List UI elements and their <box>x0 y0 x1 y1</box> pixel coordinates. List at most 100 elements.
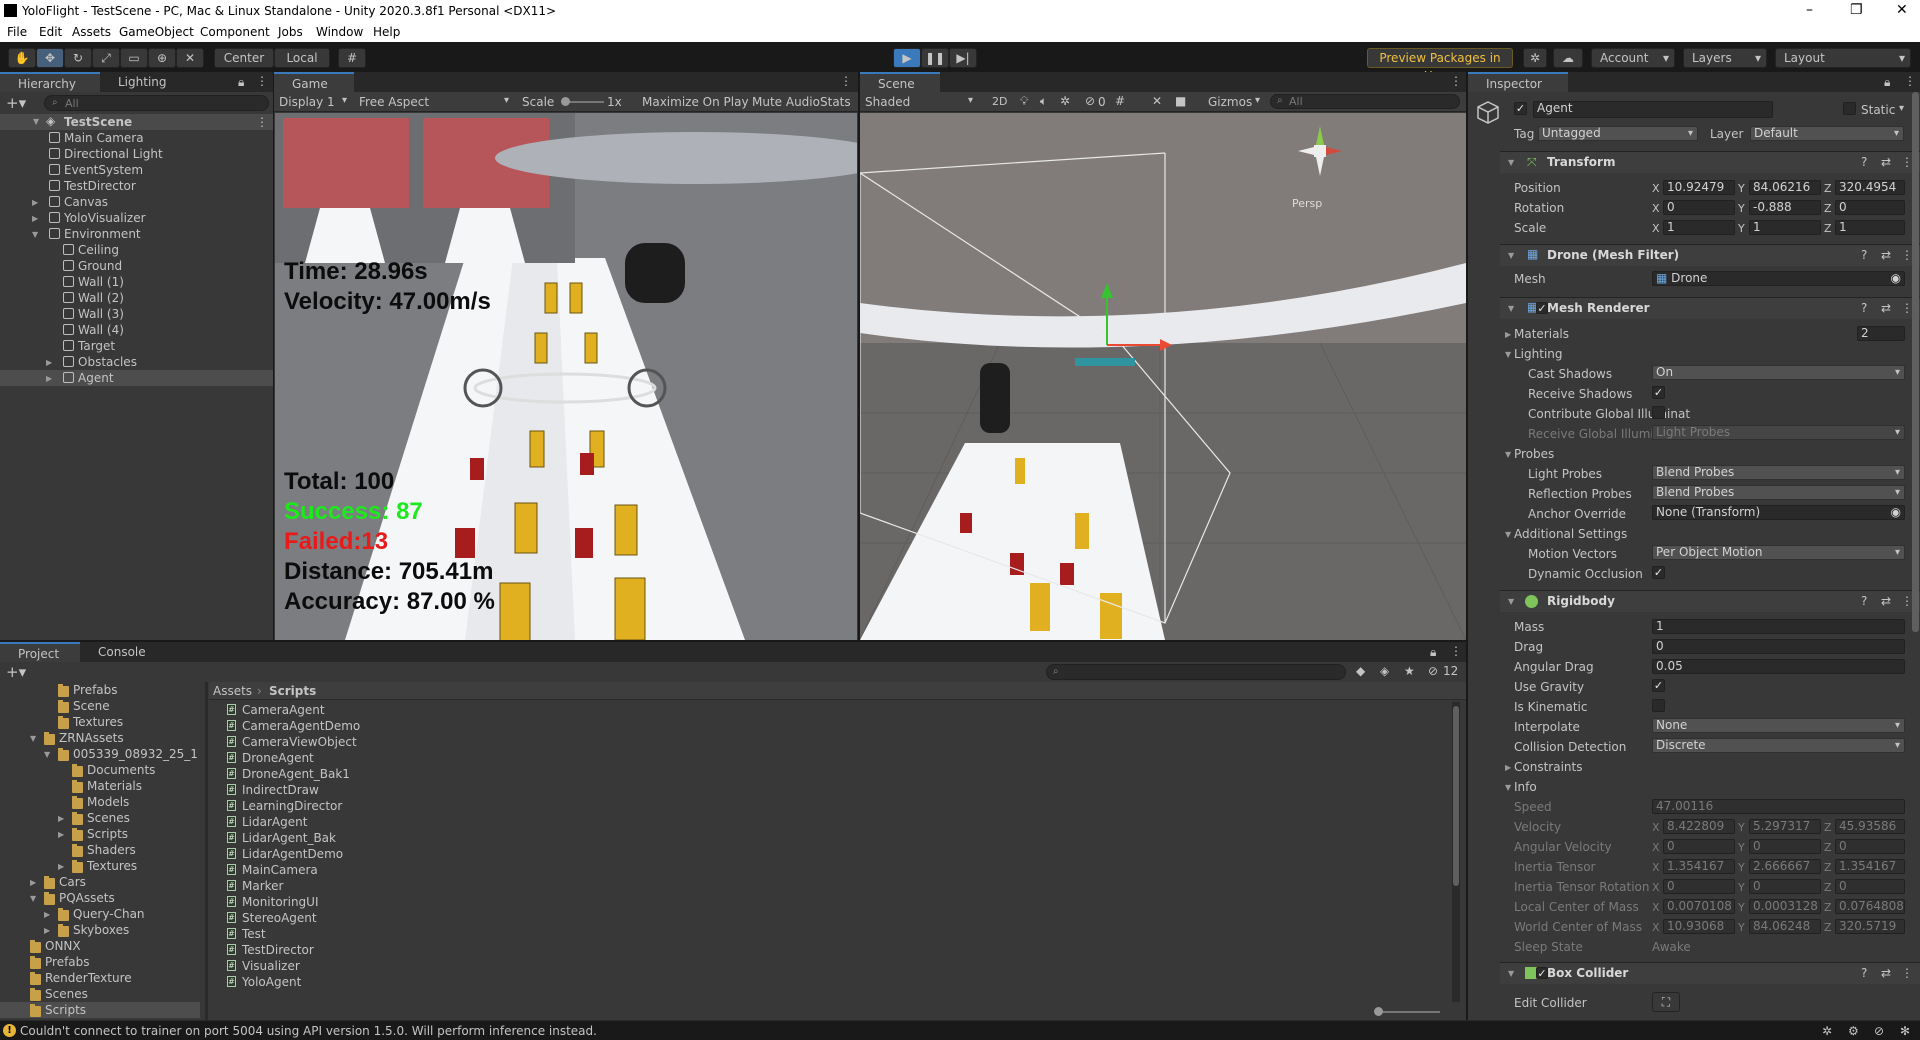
aspect-dropdown[interactable]: Free Aspect <box>359 95 429 109</box>
lock-icon[interactable]: 🔒︎ <box>1884 76 1890 88</box>
project-folder-item[interactable]: Textures <box>0 714 200 730</box>
probes-section-label[interactable]: Probes <box>1514 447 1554 461</box>
cast-shadows-dropdown[interactable]: On <box>1652 365 1905 380</box>
position-y-axis-label[interactable]: Y <box>1738 182 1745 195</box>
asset-list-item[interactable]: # IndirectDraw <box>209 782 1449 798</box>
effects-toggle-icon[interactable]: ✲ <box>1060 95 1070 107</box>
asset-list-item[interactable]: # TestDirector <box>209 942 1449 958</box>
auto-generate-lighting-icon[interactable]: ✻ <box>1900 1025 1910 1037</box>
cloud-icon[interactable]: ☁ <box>1553 48 1583 68</box>
icon-size-slider-handle[interactable] <box>1374 1007 1383 1016</box>
collapse-arrow-icon[interactable]: ▼ <box>1505 350 1511 359</box>
anchor-override-field[interactable]: None (Transform) ◉ <box>1652 505 1905 520</box>
use-gravity-checkbox[interactable]: ✓ <box>1652 679 1665 692</box>
pivot-center-button[interactable]: Center <box>214 48 274 68</box>
audio-toggle-icon[interactable]: 🔈︎ <box>1040 95 1047 107</box>
asset-list-item[interactable]: # DroneAgent <box>209 750 1449 766</box>
collision-detection-dropdown[interactable]: Discrete <box>1652 738 1905 753</box>
move-tool-icon[interactable]: ✥ <box>36 48 64 68</box>
expand-arrow-icon[interactable]: ▶ <box>32 214 38 223</box>
rect-tool-icon[interactable]: ▭ <box>120 48 148 68</box>
status-message[interactable]: Couldn't connect to trainer on port 5004… <box>20 1024 597 1038</box>
expand-arrow-icon[interactable]: ▶ <box>44 910 50 919</box>
collapse-arrow-icon[interactable]: ▼ <box>1508 969 1514 978</box>
debug-mode-icon[interactable]: ✲ <box>1822 1025 1832 1037</box>
mesh-field[interactable]: ▦ Drone ◉ <box>1652 271 1905 286</box>
maximize-icon[interactable]: ❐ <box>1850 2 1863 18</box>
more-icon[interactable]: ⋮ <box>256 75 268 87</box>
project-folder-item[interactable]: RenderTexture <box>0 970 200 986</box>
rotate-tool-icon[interactable]: ↻ <box>64 48 92 68</box>
lighting-toggle-icon[interactable]: 💡︎ <box>1020 95 1028 107</box>
rotation-z-axis-label[interactable]: Z <box>1824 202 1832 215</box>
camera-icon[interactable]: ■ <box>1175 95 1186 107</box>
rotation-x-field[interactable]: 0 <box>1663 200 1735 215</box>
display-dropdown[interactable]: Display 1 <box>279 95 335 109</box>
presets-icon[interactable]: ⇄ <box>1881 302 1891 314</box>
lock-icon[interactable]: 🔒︎ <box>238 76 244 88</box>
asset-list-item[interactable]: # StereoAgent <box>209 910 1449 926</box>
hierarchy-item[interactable]: TestDirector <box>0 178 273 194</box>
interpolate-dropdown[interactable]: None <box>1652 718 1905 733</box>
menu-gameobject[interactable]: GameObject <box>119 25 194 39</box>
expand-arrow-icon[interactable]: ▶ <box>1505 763 1511 772</box>
rigidbody-header[interactable]: ▼ Rigidbody ? ⇄ ⋮ <box>1500 590 1920 612</box>
presets-icon[interactable]: ⇄ <box>1881 156 1891 168</box>
pause-button[interactable]: ❚❚ <box>921 48 949 68</box>
help-icon[interactable]: ? <box>1861 302 1867 314</box>
gizmos-dropdown[interactable]: Gizmos <box>1208 95 1252 109</box>
object-picker-icon[interactable]: ◉ <box>1891 272 1901 285</box>
position-x-field[interactable]: 10.92479 <box>1663 180 1735 195</box>
rotation-y-axis-label[interactable]: Y <box>1738 202 1745 215</box>
project-folder-item[interactable]: ▶ Cars <box>0 874 200 890</box>
info-label[interactable]: Info <box>1514 780 1537 794</box>
tab-scene[interactable]: Scene <box>860 72 940 92</box>
project-folder-item[interactable]: Scene <box>0 698 200 714</box>
menu-edit[interactable]: Edit <box>39 25 62 39</box>
position-y-field[interactable]: 84.06216 <box>1749 180 1821 195</box>
asset-list-item[interactable]: # CameraAgent <box>209 702 1449 718</box>
menu-help[interactable]: Help <box>373 25 400 39</box>
materials-label[interactable]: Materials <box>1514 327 1569 341</box>
chevron-down-icon[interactable]: ▾ <box>1899 104 1904 114</box>
asset-list-item[interactable]: # MainCamera <box>209 862 1449 878</box>
help-icon[interactable]: ? <box>1861 967 1867 979</box>
asset-list-item[interactable]: # Marker <box>209 878 1449 894</box>
scale-y-axis-label[interactable]: Y <box>1738 222 1745 235</box>
progress-icon[interactable]: ⚙ <box>1848 1025 1859 1037</box>
collapse-arrow-icon[interactable]: ▼ <box>1508 597 1514 606</box>
more-icon[interactable]: ⋮ <box>1904 75 1916 87</box>
asset-list-scrollbar[interactable] <box>1452 702 1460 1002</box>
step-button[interactable]: ▶| <box>949 48 977 68</box>
project-folder-item[interactable]: Prefabs <box>0 682 200 698</box>
project-folder-item[interactable]: Shaders <box>0 842 200 858</box>
asset-list-item[interactable]: # YoloAgent <box>209 974 1449 990</box>
tab-game[interactable]: Game <box>274 72 354 92</box>
materials-count-field[interactable]: 2 <box>1857 326 1905 341</box>
tools-icon[interactable]: ✕ <box>1152 95 1162 107</box>
expand-arrow-icon[interactable]: ▶ <box>46 374 52 383</box>
scale-z-field[interactable]: 1 <box>1835 220 1905 235</box>
hierarchy-item[interactable]: Ceiling <box>0 242 273 258</box>
box-collider-header[interactable]: ▼ ✓ Box Collider ? ⇄ ⋮ <box>1500 962 1920 984</box>
collapse-arrow-icon[interactable]: ▼ <box>30 894 36 903</box>
menu-jobs[interactable]: Jobs <box>278 25 303 39</box>
object-picker-icon[interactable]: ◉ <box>1891 506 1901 519</box>
asset-list-item[interactable]: # MonitoringUI <box>209 894 1449 910</box>
help-icon[interactable]: ? <box>1861 249 1867 261</box>
asset-list-item[interactable]: # CameraAgentDemo <box>209 718 1449 734</box>
asset-list-item[interactable]: # LidarAgent <box>209 814 1449 830</box>
help-icon[interactable]: ? <box>1861 156 1867 168</box>
expand-arrow-icon[interactable]: ▶ <box>44 926 50 935</box>
more-icon[interactable]: ⋮ <box>1450 75 1462 87</box>
collapse-arrow-icon[interactable]: ▼ <box>30 734 36 743</box>
collapse-arrow-icon[interactable]: ▼ <box>1508 158 1514 167</box>
project-folder-item[interactable]: ▼ 005339_08932_25_1 <box>0 746 200 762</box>
collapse-arrow-icon[interactable]: ▼ <box>1505 450 1511 459</box>
hierarchy-item[interactable]: ▼ Environment <box>0 226 273 242</box>
reflection-probes-dropdown[interactable]: Blend Probes <box>1652 485 1905 500</box>
expand-arrow-icon[interactable]: ▶ <box>58 814 64 823</box>
menu-window[interactable]: Window <box>316 25 363 39</box>
cache-server-icon[interactable]: ⊘ <box>1874 1025 1884 1037</box>
scale-x-axis-label[interactable]: X <box>1652 222 1660 235</box>
